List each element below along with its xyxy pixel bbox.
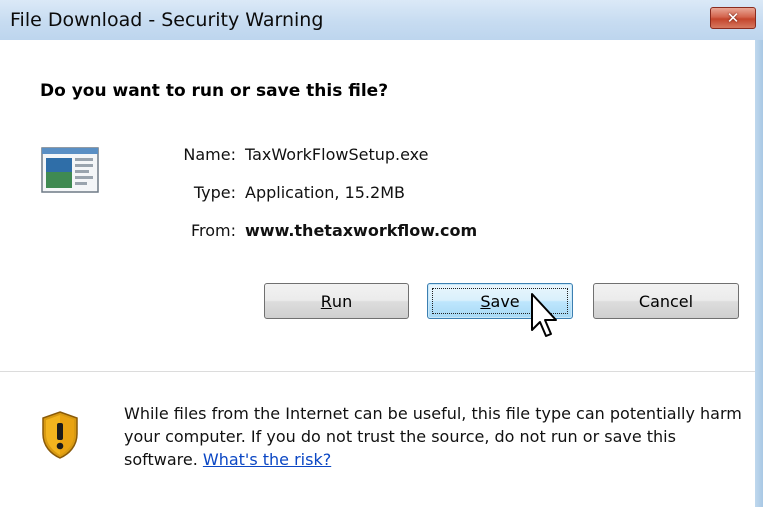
name-label: Name: — [183, 145, 236, 164]
run-button[interactable]: Run — [264, 283, 409, 319]
window-frame — [755, 0, 763, 507]
cancel-label: Cancel — [638, 291, 694, 311]
divider — [0, 371, 755, 372]
title-bar[interactable]: File Download - Security Warning ✕ — [0, 0, 763, 40]
mouse-cursor-icon — [531, 293, 557, 337]
window-title: File Download - Security Warning — [10, 9, 324, 31]
dialog-question: Do you want to run or save this file? — [40, 81, 389, 101]
close-icon: ✕ — [726, 9, 740, 27]
type-label: Type: — [193, 183, 236, 202]
file-source-value: www.thetaxworkflow.com — [245, 221, 478, 240]
security-shield-icon — [42, 411, 78, 459]
from-label: From: — [190, 221, 236, 240]
close-button[interactable]: ✕ — [710, 7, 756, 29]
whats-the-risk-link[interactable]: What's the risk? — [203, 450, 331, 469]
cancel-button[interactable]: Cancel — [593, 283, 739, 319]
run-mnemonic: R — [320, 291, 332, 311]
dialog-body: Do you want to run or save this file? Na… — [0, 40, 755, 507]
run-label-rest: un — [331, 291, 353, 311]
file-type-value: Application, 15.2MB — [245, 183, 405, 202]
file-name-value: TaxWorkFlowSetup.exe — [245, 145, 429, 164]
warning-message: While files from the Internet can be use… — [124, 402, 754, 471]
